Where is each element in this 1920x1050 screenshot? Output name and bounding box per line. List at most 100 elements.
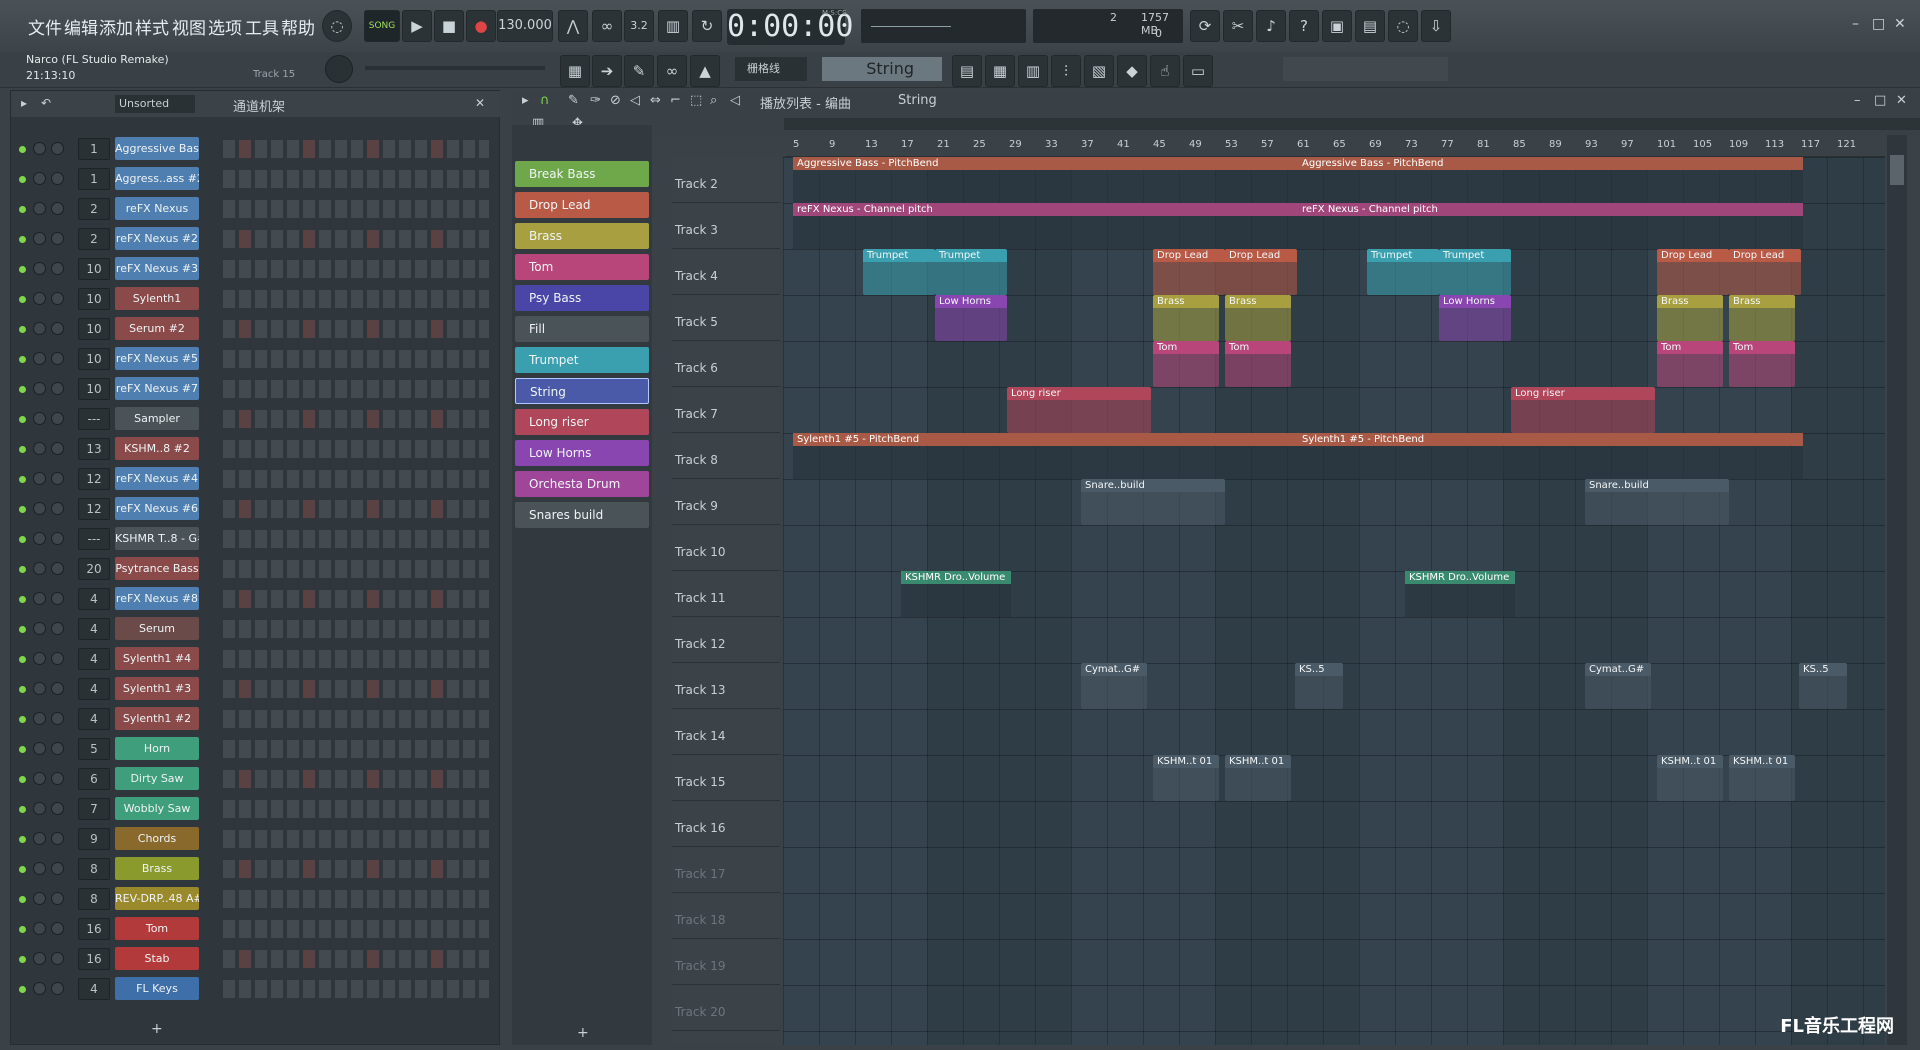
channel-led[interactable] [19,746,26,753]
channel-button[interactable]: Sylenth1 [115,287,199,310]
step-sequencer[interactable] [223,470,489,488]
channel-button[interactable]: Wobbly Saw [115,797,199,820]
step-sequencer[interactable] [223,650,489,668]
channel-led[interactable] [19,986,26,993]
step-sequencer[interactable] [223,320,489,338]
menu-options[interactable]: 选项 [208,14,242,39]
track-header[interactable]: Track 18 [672,893,780,939]
step-sequencer[interactable] [223,200,489,218]
volume-knob[interactable] [51,202,64,215]
touch-icon[interactable]: ☝ [1150,55,1180,87]
render-icon[interactable]: ▤ [1355,10,1385,42]
channel-led[interactable] [19,296,26,303]
channel-button[interactable]: KSHM..8 #2 [115,437,199,460]
track-header[interactable]: Track 4 [672,249,780,295]
channel-button[interactable]: Horn [115,737,199,760]
channel-led[interactable] [19,866,26,873]
channel-led[interactable] [19,716,26,723]
mixer-track-number[interactable]: 6 [78,768,110,790]
paint-icon[interactable]: ✑ [590,93,601,108]
slip-icon[interactable]: ⇔ [650,93,661,108]
track-header[interactable]: Track 15 [672,755,780,801]
mixer-track-number[interactable]: 2 [78,198,110,220]
arrow-icon[interactable]: ➔ [592,55,622,87]
channel-button[interactable]: reFX Nexus #2 [115,227,199,250]
playlist-clip[interactable]: Low Horns [935,295,1007,341]
pattern-item[interactable]: Tom [515,254,649,280]
playlist-clip[interactable]: Brass [1153,295,1219,341]
track-header[interactable]: Track 2 [672,157,780,203]
step-sequencer[interactable] [223,140,489,158]
chat-icon[interactable]: ◌ [1388,10,1418,42]
playlist-minimize-icon[interactable]: – [1854,93,1861,108]
volume-knob[interactable] [51,292,64,305]
playlist-clip[interactable]: reFX Nexus - Channel pitch [1298,203,1803,249]
pan-knob[interactable] [33,412,46,425]
playlist-clip[interactable]: Brass [1729,295,1795,341]
microphone-icon[interactable]: ♪ [1256,10,1286,42]
mixer-track-number[interactable]: 4 [78,678,110,700]
playlist-close-icon[interactable]: ✕ [1896,93,1907,108]
delete-icon[interactable]: ⊘ [610,93,621,108]
volume-knob[interactable] [51,262,64,275]
step-sequencer[interactable] [223,770,489,788]
song-mode-toggle[interactable]: SONG [364,10,400,42]
channel-led[interactable] [19,926,26,933]
step-sequencer[interactable] [223,230,489,248]
step-sequencer[interactable] [223,260,489,278]
menu-patterns[interactable]: 样式 [135,14,169,39]
mixer-track-number[interactable]: 1 [78,168,110,190]
piano-roll-icon[interactable]: ▦ [560,55,590,87]
volume-knob[interactable] [51,772,64,785]
plugin-icon[interactable]: ◆ [1117,55,1147,87]
channel-button[interactable]: REV-DRP..48 A# [115,887,199,910]
playlist-arrow-icon[interactable]: ▸ [522,93,529,108]
channel-button[interactable]: Brass [115,857,199,880]
rack-close-icon[interactable]: ✕ [475,96,485,110]
channel-led[interactable] [19,506,26,513]
mixer-track-number[interactable]: --- [78,408,110,430]
mixer-track-number[interactable]: 10 [78,348,110,370]
volume-knob[interactable] [51,742,64,755]
channel-button[interactable]: Psytrance Bass [115,557,199,580]
channel-led[interactable] [19,206,26,213]
close-icon[interactable]: ✕ [1894,16,1906,32]
channel-button[interactable]: Sylenth1 #2 [115,707,199,730]
step-sequencer[interactable] [223,350,489,368]
add-channel-button[interactable]: + [151,1021,163,1037]
playlist-clip[interactable]: Trumpet [1439,249,1511,295]
channel-led[interactable] [19,386,26,393]
volume-knob[interactable] [51,382,64,395]
pan-knob[interactable] [33,292,46,305]
channel-led[interactable] [19,836,26,843]
track-header[interactable]: Track 20 [672,985,780,1031]
mixer-track-number[interactable]: 2 [78,228,110,250]
record-button[interactable]: ● [466,10,496,42]
minimize-icon[interactable]: – [1852,16,1859,32]
channel-button[interactable]: Aggress..ass #2 [115,167,199,190]
volume-knob[interactable] [51,832,64,845]
step-sequencer[interactable] [223,500,489,518]
master-pitch-slider[interactable] [365,66,545,70]
step-sequencer[interactable] [223,590,489,608]
playlist-clip[interactable]: Brass [1657,295,1723,341]
channel-led[interactable] [19,446,26,453]
vertical-scrollbar[interactable] [1887,135,1907,1045]
pattern-item[interactable]: Snares build [515,502,649,528]
playlist-clip[interactable]: KS..5 [1295,663,1343,709]
playlist-clip[interactable]: Aggressive Bass - PitchBend [1298,157,1803,203]
channel-led[interactable] [19,326,26,333]
pan-knob[interactable] [33,682,46,695]
timeline-ruler[interactable]: 5 9 13 17 21 25 29 33 37 41 45 49 53 57 61 65 69 73 77 81 85… [785,135,1885,157]
channel-button[interactable]: Chords [115,827,199,850]
playlist-clip[interactable]: Drop Lead [1153,249,1225,295]
channel-led[interactable] [19,626,26,633]
playlist-clip[interactable]: Tom [1657,341,1723,387]
volume-knob[interactable] [51,802,64,815]
mixer-track-number[interactable]: 12 [78,468,110,490]
volume-knob[interactable] [51,712,64,725]
channel-button[interactable]: reFX Nexus #3 [115,257,199,280]
channel-led[interactable] [19,656,26,663]
playlist-clip[interactable]: Snare..build [1081,479,1225,525]
playlist-clip[interactable]: Snare..build [1585,479,1729,525]
